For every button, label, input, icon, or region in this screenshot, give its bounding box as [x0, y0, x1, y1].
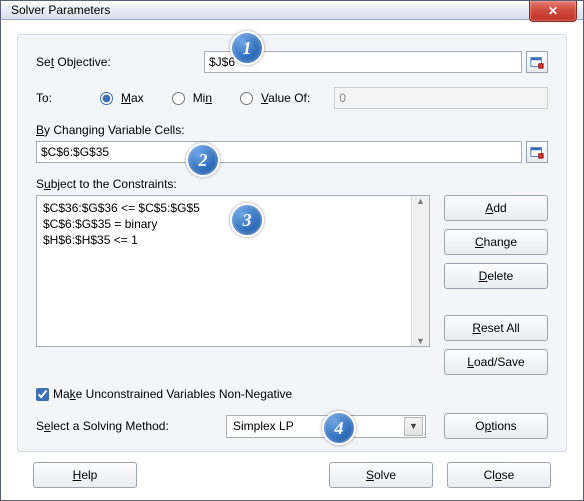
load-save-button[interactable]: Load/Save [444, 349, 548, 375]
objective-label: Set Objective: [36, 55, 204, 69]
constraint-buttons: Add Change Delete Reset All Load/Save [444, 195, 548, 375]
radio-min[interactable]: Min [172, 91, 212, 105]
footer: Help Solve Close [17, 452, 567, 488]
range-select-icon [530, 55, 544, 69]
scroll-down-icon: ▼ [416, 336, 425, 346]
callout-3: 3 [230, 203, 264, 237]
options-button[interactable]: Options [444, 413, 548, 439]
window-title: Solver Parameters [1, 3, 110, 17]
radio-value-of[interactable]: Value Of: [240, 91, 310, 105]
objective-ref-button[interactable] [526, 51, 548, 73]
solver-dialog: Solver Parameters ✕ 1 2 3 4 Set Objectiv… [0, 0, 584, 501]
method-row: Select a Solving Method: Simplex LP ▼ Op… [36, 413, 548, 439]
change-button[interactable]: Change [444, 229, 548, 255]
callout-1: 1 [230, 31, 264, 65]
title-bar[interactable]: Solver Parameters ✕ [1, 1, 583, 20]
solve-button[interactable]: Solve [329, 462, 433, 488]
objective-row: Set Objective: [36, 51, 548, 73]
help-button[interactable]: Help [33, 462, 137, 488]
list-item[interactable]: $H$6:$H$35 <= 1 [43, 232, 423, 248]
chevron-down-icon: ▼ [404, 417, 423, 436]
reset-all-button[interactable]: Reset All [444, 315, 548, 341]
constraints-label: Subject to the Constraints: [36, 177, 548, 191]
add-button[interactable]: Add [444, 195, 548, 221]
changing-cells-row [36, 141, 548, 163]
radio-max[interactable]: Max [100, 91, 144, 105]
close-icon: ✕ [548, 4, 558, 18]
value-of-input[interactable] [334, 87, 548, 109]
radio-min-input[interactable] [172, 92, 185, 105]
changing-cells-ref-button[interactable] [526, 141, 548, 163]
callout-4: 4 [322, 411, 356, 445]
radio-max-input[interactable] [100, 92, 113, 105]
main-panel: 1 2 3 4 Set Objective: To: [17, 34, 567, 452]
changing-cells-input[interactable] [36, 141, 522, 163]
delete-button[interactable]: Delete [444, 263, 548, 289]
window-close-button[interactable]: ✕ [529, 1, 577, 22]
range-select-icon [530, 145, 544, 159]
scrollbar[interactable]: ▲▼ [411, 196, 429, 346]
dialog-body: 1 2 3 4 Set Objective: To: [1, 20, 583, 500]
method-selected-value: Simplex LP [233, 419, 294, 433]
nonneg-label: Make Unconstrained Variables Non-Negativ… [53, 387, 292, 401]
constraints-area: $C$36:$G$36 <= $C$5:$G$5 $C$6:$G$35 = bi… [36, 195, 548, 375]
nonneg-checkbox[interactable] [36, 388, 49, 401]
method-label: Select a Solving Method: [36, 419, 226, 433]
to-label: To: [36, 91, 100, 105]
changing-cells-label: By Changing Variable Cells: [36, 123, 548, 137]
nonneg-checkbox-row[interactable]: Make Unconstrained Variables Non-Negativ… [36, 387, 548, 401]
to-row: To: Max Min Value Of: [36, 87, 548, 109]
close-button[interactable]: Close [447, 462, 551, 488]
callout-2: 2 [186, 143, 220, 177]
to-radio-group: Max Min Value Of: [100, 91, 310, 105]
scroll-up-icon: ▲ [416, 196, 425, 206]
radio-value-of-input[interactable] [240, 92, 253, 105]
